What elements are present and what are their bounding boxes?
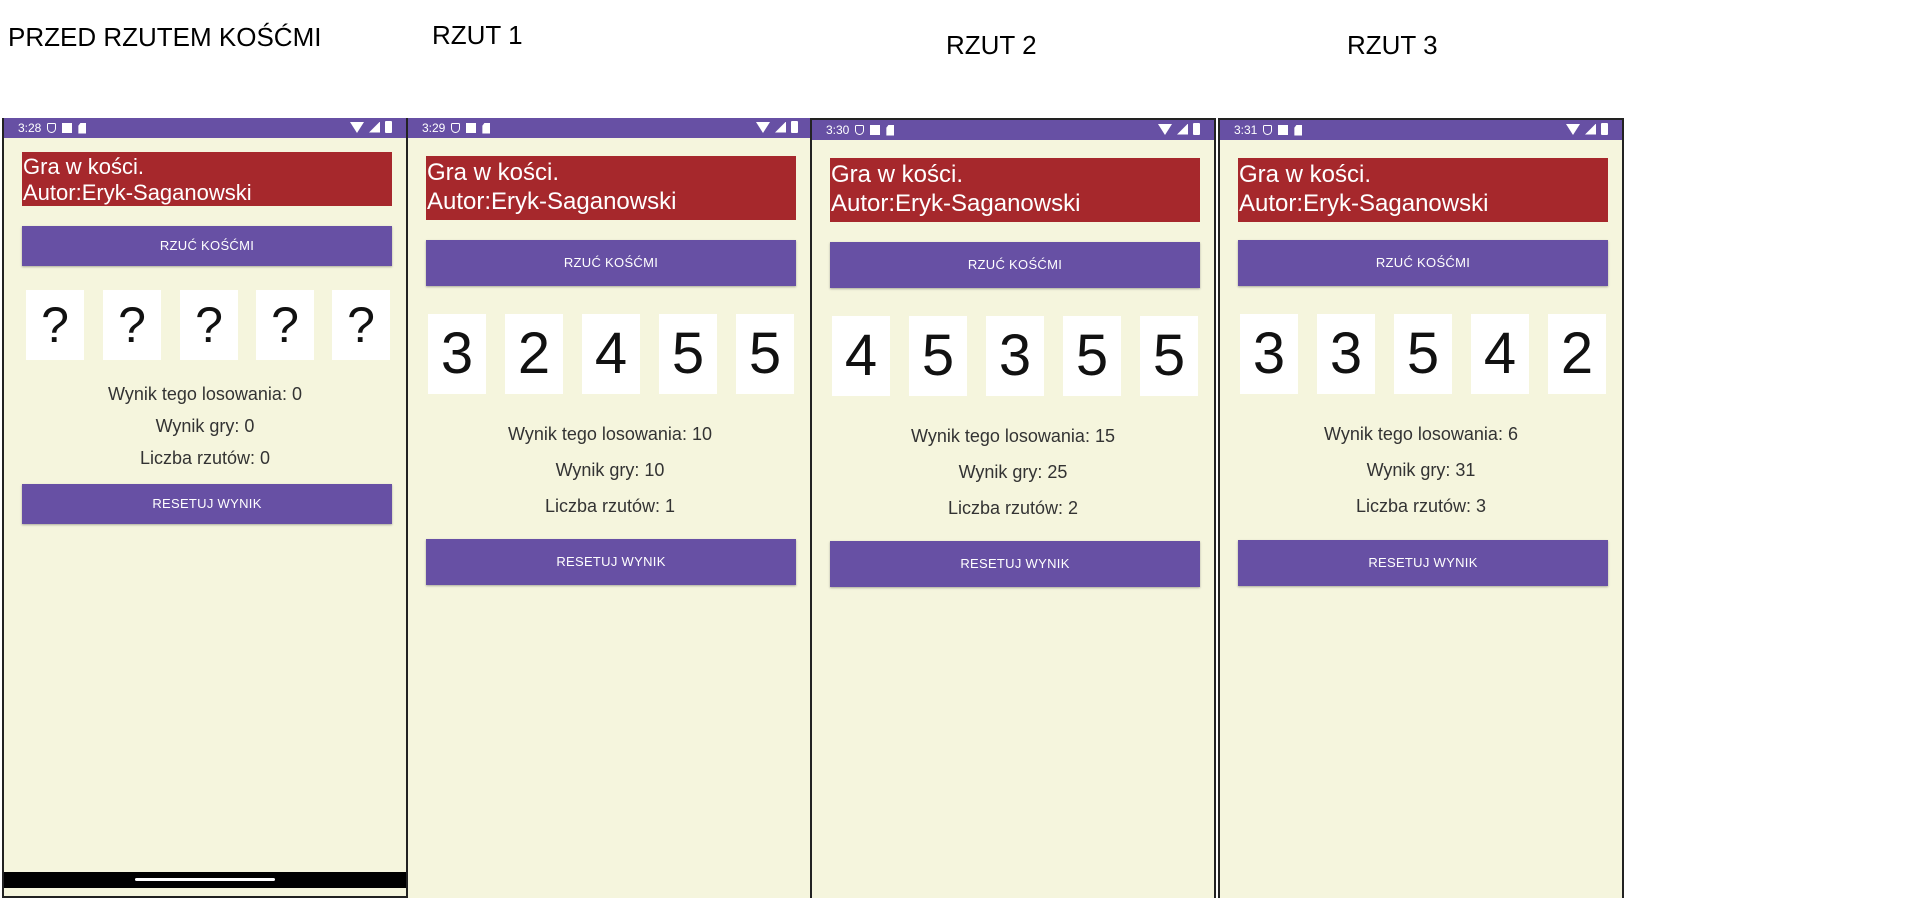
header-title: Gra w kości.	[427, 159, 560, 186]
status-time: 3:28	[18, 121, 42, 135]
header-title: Gra w kości.	[831, 161, 964, 188]
signal-icon	[369, 121, 380, 133]
roll-count-text: Liczba rzutów: 3	[1355, 496, 1487, 516]
roll-score-text: Wynik tego losowania: 6	[1324, 424, 1518, 444]
die-1: 3	[1240, 314, 1298, 394]
die-3: ?	[180, 290, 238, 360]
game-score-text: Wynik gry: 31	[1366, 460, 1476, 480]
caption-roll-1: RZUT 1	[432, 20, 523, 50]
status-bar: 3:28	[4, 118, 406, 138]
reset-score-button[interactable]: RESETUJ WYNIK	[22, 484, 392, 524]
navigation-bar	[4, 872, 406, 888]
roll-dice-button[interactable]: RZUĆ KOŚĆMI	[22, 226, 392, 266]
roll-count-text: Liczba rzutów: 0	[139, 448, 271, 468]
sd-card-icon	[1294, 124, 1303, 136]
signal-icon	[775, 121, 786, 133]
die-1: 4	[832, 316, 890, 396]
die-3: 3	[986, 316, 1044, 396]
game-score-text: Wynik gry: 25	[958, 462, 1068, 482]
reset-score-button[interactable]: RESETUJ WYNIK	[1238, 540, 1608, 586]
roll-score-text: Wynik tego losowania: 0	[108, 384, 302, 404]
status-bar: 3:30	[812, 120, 1214, 140]
header-title: Gra w kości.	[1239, 161, 1372, 188]
die-2: 2	[505, 314, 563, 394]
home-handle-icon[interactable]	[135, 878, 275, 881]
phone-screen-before-roll: 3:28 Gra w kości. Autor:Eryk-Saganowski …	[2, 118, 408, 898]
game-score-text: Wynik gry: 10	[555, 460, 665, 480]
die-1: 3	[428, 314, 486, 394]
app-header: Gra w kości. Autor:Eryk-Saganowski	[22, 152, 392, 206]
status-bar: 3:29	[408, 118, 812, 138]
wifi-icon	[756, 121, 770, 133]
header-title: Gra w kości.	[23, 154, 145, 179]
shield-icon	[1263, 125, 1273, 135]
wifi-icon	[350, 121, 364, 133]
status-time: 3:30	[826, 123, 850, 137]
app-header: Gra w kości. Autor:Eryk-Saganowski	[1238, 158, 1608, 222]
roll-dice-button[interactable]: RZUĆ KOŚĆMI	[1238, 240, 1608, 286]
header-author: Autor:Eryk-Saganowski	[831, 190, 1081, 217]
reset-score-button[interactable]: RESETUJ WYNIK	[426, 539, 796, 585]
reset-score-button[interactable]: RESETUJ WYNIK	[830, 541, 1200, 587]
caption-roll-2: RZUT 2	[946, 30, 1037, 60]
caption-roll-3: RZUT 3	[1347, 30, 1438, 60]
phone-screen-roll-2: 3:30 Gra w kości. Autor:Eryk-Saganowski …	[810, 118, 1216, 898]
signal-icon	[1585, 123, 1596, 135]
wifi-icon	[1158, 123, 1172, 135]
battery-icon	[1601, 123, 1608, 135]
sd-card-icon	[482, 122, 491, 134]
shield-icon	[47, 123, 57, 133]
die-4: 4	[1471, 314, 1529, 394]
die-2: 5	[909, 316, 967, 396]
die-4: 5	[659, 314, 717, 394]
die-5: 5	[736, 314, 794, 394]
roll-count-text: Liczba rzutów: 2	[947, 498, 1079, 518]
header-author: Autor:Eryk-Saganowski	[23, 180, 252, 205]
phone-screen-roll-1: 3:29 Gra w kości. Autor:Eryk-Saganowski …	[406, 118, 812, 898]
caption-before-roll: PRZED RZUTEM KOŚĆMI	[8, 22, 322, 52]
die-4: ?	[256, 290, 314, 360]
status-time: 3:31	[1234, 123, 1258, 137]
die-5: ?	[332, 290, 390, 360]
roll-dice-button[interactable]: RZUĆ KOŚĆMI	[426, 240, 796, 286]
header-author: Autor:Eryk-Saganowski	[1239, 190, 1489, 217]
battery-icon	[791, 121, 798, 133]
battery-icon	[1193, 123, 1200, 135]
roll-count-text: Liczba rzutów: 1	[544, 496, 676, 516]
die-3: 5	[1394, 314, 1452, 394]
roll-score-text: Wynik tego losowania: 15	[911, 426, 1115, 446]
sd-card-icon	[78, 122, 87, 134]
shield-icon	[451, 123, 461, 133]
die-2: 3	[1317, 314, 1375, 394]
header-author: Autor:Eryk-Saganowski	[427, 188, 677, 215]
die-5: 2	[1548, 314, 1606, 394]
signal-icon	[1177, 123, 1188, 135]
die-5: 5	[1140, 316, 1198, 396]
a-icon	[870, 125, 881, 135]
sd-card-icon	[886, 124, 895, 136]
game-score-text: Wynik gry: 0	[155, 416, 255, 436]
die-1: ?	[26, 290, 84, 360]
die-2: ?	[103, 290, 161, 360]
die-3: 4	[582, 314, 640, 394]
shield-icon	[855, 125, 865, 135]
status-bar: 3:31	[1220, 120, 1622, 140]
a-icon	[1278, 125, 1289, 135]
app-header: Gra w kości. Autor:Eryk-Saganowski	[830, 158, 1200, 222]
roll-score-text: Wynik tego losowania: 10	[508, 424, 712, 444]
a-icon	[466, 123, 477, 133]
roll-dice-button[interactable]: RZUĆ KOŚĆMI	[830, 242, 1200, 288]
status-time: 3:29	[422, 121, 446, 135]
a-icon	[62, 123, 73, 133]
app-header: Gra w kości. Autor:Eryk-Saganowski	[426, 156, 796, 220]
wifi-icon	[1566, 123, 1580, 135]
phone-screen-roll-3: 3:31 Gra w kości. Autor:Eryk-Saganowski …	[1218, 118, 1624, 898]
die-4: 5	[1063, 316, 1121, 396]
battery-icon	[385, 121, 392, 133]
